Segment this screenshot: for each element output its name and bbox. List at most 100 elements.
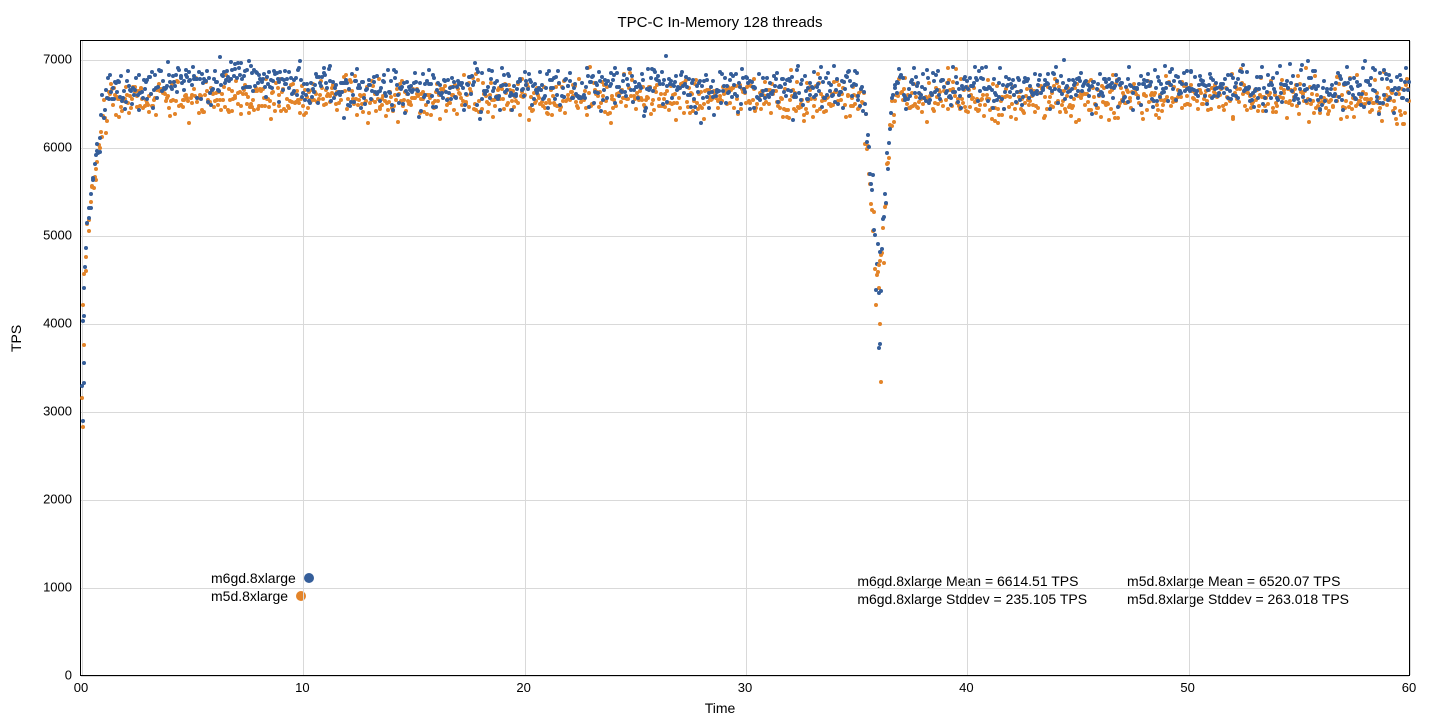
data-point — [907, 87, 911, 91]
data-point — [1358, 83, 1362, 87]
data-point — [1033, 110, 1037, 114]
data-point — [94, 178, 98, 182]
data-point — [1318, 107, 1322, 111]
data-point — [986, 78, 990, 82]
data-point — [707, 106, 711, 110]
data-point — [108, 73, 112, 77]
data-point — [99, 130, 103, 134]
gridline-v — [1410, 41, 1411, 675]
data-point — [864, 112, 868, 116]
data-point — [1245, 70, 1249, 74]
data-point — [735, 94, 739, 98]
data-point — [173, 112, 177, 116]
data-point — [418, 81, 422, 85]
data-point — [750, 80, 754, 84]
data-point — [1146, 72, 1150, 76]
data-point — [788, 98, 792, 102]
data-point — [117, 80, 121, 84]
data-point — [532, 97, 536, 101]
gridline-h — [81, 148, 1409, 149]
data-point — [1079, 71, 1083, 75]
data-point — [1289, 81, 1293, 85]
data-point — [788, 79, 792, 83]
data-point — [1288, 99, 1292, 103]
gridline-v — [967, 41, 968, 675]
data-point — [389, 79, 393, 83]
data-point — [378, 107, 382, 111]
data-point — [1113, 84, 1117, 88]
data-point — [1329, 98, 1333, 102]
data-point — [982, 114, 986, 118]
data-point — [159, 69, 163, 73]
data-point — [427, 68, 431, 72]
data-point — [1212, 94, 1216, 98]
data-point — [865, 140, 869, 144]
data-point — [662, 78, 666, 82]
data-point — [928, 98, 932, 102]
data-point — [704, 73, 708, 77]
x-tick-label: 10 — [282, 680, 322, 695]
data-point — [649, 112, 653, 116]
data-point — [1291, 74, 1295, 78]
data-point — [587, 105, 591, 109]
data-point — [182, 79, 186, 83]
data-point — [1340, 98, 1344, 102]
data-point — [81, 319, 85, 323]
data-point — [673, 80, 677, 84]
data-point — [871, 173, 875, 177]
x-tick-label: 20 — [504, 680, 544, 695]
data-point — [246, 95, 250, 99]
data-point — [996, 107, 1000, 111]
data-point — [854, 83, 858, 87]
data-point — [230, 89, 234, 93]
data-point — [92, 186, 96, 190]
data-point — [860, 85, 864, 89]
chart-title: TPC-C In-Memory 128 threads — [0, 14, 1440, 31]
data-point — [786, 108, 790, 112]
data-point — [272, 102, 276, 106]
data-point — [518, 79, 522, 83]
data-point — [401, 102, 405, 106]
data-point — [500, 66, 504, 70]
data-point — [467, 105, 471, 109]
data-point — [545, 72, 549, 76]
data-point — [1111, 96, 1115, 100]
data-point — [462, 73, 466, 77]
data-point — [82, 272, 86, 276]
data-point — [910, 78, 914, 82]
data-point — [1238, 87, 1242, 91]
data-point — [1136, 96, 1140, 100]
data-point — [728, 78, 732, 82]
data-point — [229, 60, 233, 64]
data-point — [344, 73, 348, 77]
data-point — [1345, 65, 1349, 69]
data-point — [1145, 108, 1149, 112]
data-point — [670, 96, 674, 100]
data-point — [98, 136, 102, 140]
data-point — [1094, 103, 1098, 107]
data-point — [1331, 104, 1335, 108]
data-point — [1206, 88, 1210, 92]
data-point — [1298, 87, 1302, 91]
data-point — [677, 96, 681, 100]
data-point — [247, 111, 251, 115]
data-point — [1106, 102, 1110, 106]
data-point — [121, 96, 125, 100]
data-point — [1054, 65, 1058, 69]
x-axis-label: Time — [0, 700, 1440, 716]
data-point — [357, 98, 361, 102]
data-point — [501, 97, 505, 101]
data-point — [630, 74, 634, 78]
data-point — [646, 96, 650, 100]
data-point — [1378, 106, 1382, 110]
data-point — [1140, 111, 1144, 115]
data-point — [902, 87, 906, 91]
data-point — [888, 127, 892, 131]
data-point — [1107, 118, 1111, 122]
data-point — [1257, 87, 1261, 91]
data-point — [95, 142, 99, 146]
data-point — [1333, 92, 1337, 96]
data-point — [543, 94, 547, 98]
data-point — [1378, 71, 1382, 75]
data-point — [1203, 94, 1207, 98]
